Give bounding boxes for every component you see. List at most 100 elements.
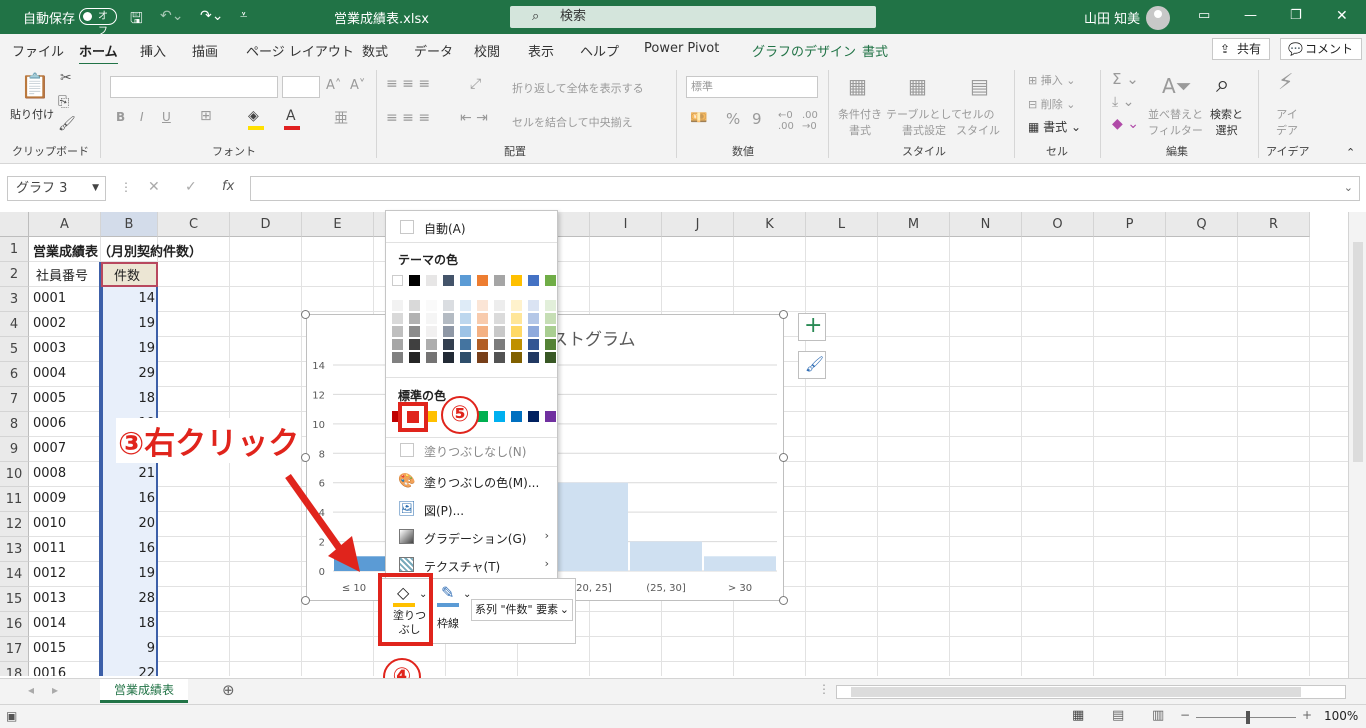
- zoom-thumb[interactable]: [1246, 711, 1250, 724]
- currency-icon[interactable]: 💴: [690, 110, 707, 126]
- row-header[interactable]: 6: [0, 362, 29, 387]
- count-cell[interactable]: 19: [101, 566, 155, 581]
- theme-color-swatch[interactable]: [409, 352, 420, 363]
- tab-help[interactable]: ヘルプ: [580, 41, 619, 60]
- tab-view[interactable]: 表示: [528, 41, 554, 60]
- histogram-bar[interactable]: [704, 556, 776, 571]
- zoom-in-icon[interactable]: +: [1302, 708, 1312, 722]
- column-header[interactable]: C: [158, 212, 230, 237]
- chart-element-select[interactable]: 系列 "件数" 要素 ⌄: [471, 599, 573, 621]
- column-header[interactable]: M: [878, 212, 950, 237]
- row-header[interactable]: 17: [0, 637, 29, 662]
- theme-color-swatch[interactable]: [460, 352, 471, 363]
- tab-format[interactable]: 書式: [862, 41, 888, 60]
- theme-color-swatch[interactable]: [409, 339, 420, 350]
- theme-color-swatch[interactable]: [545, 313, 556, 324]
- employee-id-cell[interactable]: 0006: [33, 416, 66, 431]
- indent-icon[interactable]: ⇤ ⇥: [460, 110, 488, 126]
- format-painter-icon[interactable]: 🖌: [58, 116, 76, 132]
- theme-color-swatch[interactable]: [494, 326, 505, 337]
- autosum-icon[interactable]: Σ ⌄: [1112, 70, 1139, 88]
- theme-color-swatch[interactable]: [392, 300, 403, 311]
- theme-color-swatch[interactable]: [460, 275, 471, 286]
- ribbon-display-icon[interactable]: ▭: [1198, 8, 1210, 23]
- theme-color-swatch[interactable]: [392, 352, 403, 363]
- row-header[interactable]: 15: [0, 587, 29, 612]
- theme-color-swatch[interactable]: [443, 326, 454, 337]
- outline-button[interactable]: 枠線: [437, 615, 459, 631]
- collapse-ribbon-icon[interactable]: ⌃: [1346, 146, 1355, 159]
- tab-data[interactable]: データ: [414, 41, 453, 60]
- header-count[interactable]: 件数: [114, 265, 140, 284]
- theme-color-swatch[interactable]: [409, 275, 420, 286]
- column-header[interactable]: J: [662, 212, 734, 237]
- insert-cells-button[interactable]: ⊞ 挿入 ⌄: [1028, 72, 1075, 88]
- theme-color-swatch[interactable]: [477, 339, 488, 350]
- delete-cells-button[interactable]: ⊟ 削除 ⌄: [1028, 96, 1075, 112]
- tab-review[interactable]: 校閲: [474, 41, 500, 60]
- header-employee-id[interactable]: 社員番号: [36, 265, 88, 284]
- align-left-icon[interactable]: ≡ ≡ ≡: [386, 110, 430, 126]
- row-header[interactable]: 4: [0, 312, 29, 337]
- vertical-scrollbar[interactable]: [1348, 212, 1366, 678]
- count-cell[interactable]: 18: [101, 391, 155, 406]
- column-header[interactable]: A: [29, 212, 101, 237]
- tab-home[interactable]: ホーム: [79, 41, 118, 66]
- theme-color-swatch[interactable]: [443, 352, 454, 363]
- theme-color-swatch[interactable]: [409, 300, 420, 311]
- prev-sheet-icon[interactable]: ◂: [28, 683, 34, 697]
- count-cell[interactable]: 18: [101, 616, 155, 631]
- theme-color-swatch[interactable]: [460, 339, 471, 350]
- search-box[interactable]: ⌕ 検索: [510, 6, 876, 28]
- redo-icon[interactable]: ↷⌄: [200, 8, 223, 24]
- resize-handle[interactable]: [301, 453, 310, 462]
- row-header[interactable]: 18: [0, 662, 29, 676]
- row-header[interactable]: 7: [0, 387, 29, 412]
- theme-color-swatch[interactable]: [477, 300, 488, 311]
- decrease-decimal-icon[interactable]: .00 →0: [802, 110, 818, 132]
- theme-color-swatch[interactable]: [426, 275, 437, 286]
- number-format-combo[interactable]: 標準: [686, 76, 818, 98]
- employee-id-cell[interactable]: 0013: [33, 591, 66, 606]
- increase-decimal-icon[interactable]: ←0.00: [778, 110, 794, 132]
- row-header[interactable]: 13: [0, 537, 29, 562]
- cell-styles-button[interactable]: セルの スタイル: [956, 106, 1000, 138]
- autosave-toggle[interactable]: オフ: [79, 8, 117, 37]
- menu-item-no-fill[interactable]: 塗りつぶしなし(N): [424, 443, 526, 460]
- theme-color-swatch[interactable]: [477, 313, 488, 324]
- theme-color-swatch[interactable]: [494, 352, 505, 363]
- employee-id-cell[interactable]: 0016: [33, 666, 66, 676]
- name-box[interactable]: グラフ 3 ▼: [7, 176, 106, 201]
- theme-color-swatch[interactable]: [392, 326, 403, 337]
- column-header[interactable]: O: [1022, 212, 1094, 237]
- cut-icon[interactable]: ✂: [60, 70, 72, 86]
- copy-icon[interactable]: ⎘: [58, 94, 69, 110]
- outline-pen-icon[interactable]: ✎: [441, 583, 454, 602]
- fill-color-icon[interactable]: ◈: [248, 108, 259, 124]
- theme-color-swatch[interactable]: [477, 275, 488, 286]
- employee-id-cell[interactable]: 0001: [33, 291, 66, 306]
- wrap-text-button[interactable]: 折り返して全体を表示する: [512, 80, 644, 96]
- menu-item-picture[interactable]: 図(P)...: [424, 502, 464, 519]
- format-cells-button[interactable]: ▦ 書式 ⌄: [1028, 118, 1081, 135]
- theme-color-swatch[interactable]: [443, 313, 454, 324]
- theme-color-swatch[interactable]: [477, 352, 488, 363]
- employee-id-cell[interactable]: 0002: [33, 316, 66, 331]
- menu-item-auto[interactable]: 自動(A): [424, 220, 466, 237]
- sheet-tab-sales[interactable]: 営業成績表: [100, 679, 188, 703]
- tab-chart-design[interactable]: グラフのデザイン: [752, 41, 856, 60]
- zoom-out-icon[interactable]: −: [1180, 708, 1190, 722]
- italic-button[interactable]: I: [140, 110, 144, 124]
- chart-styles-button[interactable]: 🖌: [798, 351, 826, 379]
- comma-icon[interactable]: 9: [752, 110, 762, 128]
- font-name-combo[interactable]: [110, 76, 278, 98]
- tab-file[interactable]: ファイル: [12, 41, 64, 60]
- count-cell[interactable]: 28: [101, 591, 155, 606]
- border-icon[interactable]: ⊞: [200, 108, 212, 124]
- page-layout-icon[interactable]: ▤: [1112, 708, 1124, 723]
- standard-color-swatch[interactable]: [545, 411, 556, 422]
- chart-title[interactable]: ストグラム: [551, 325, 636, 350]
- merge-center-button[interactable]: セルを結合して中央揃え: [512, 114, 633, 130]
- undo-icon[interactable]: ↶⌄: [160, 8, 183, 24]
- theme-color-swatch[interactable]: [545, 352, 556, 363]
